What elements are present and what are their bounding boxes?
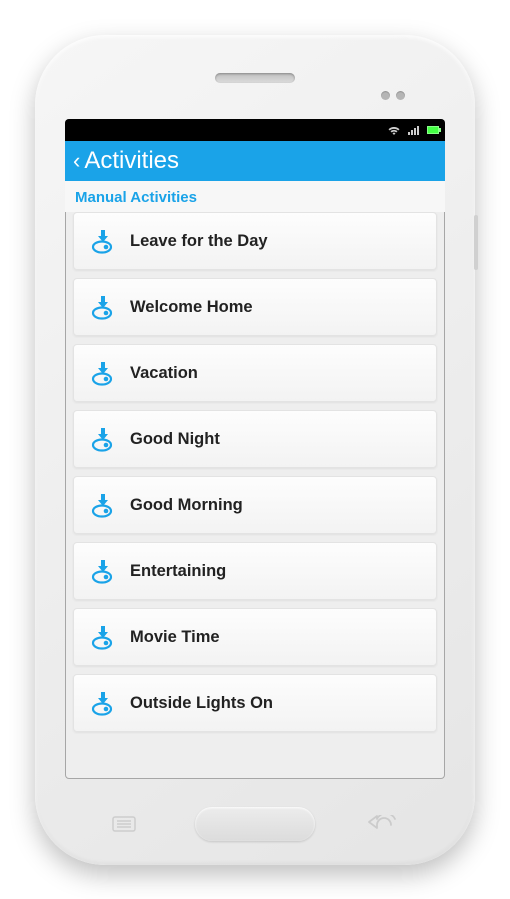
activity-label: Good Morning [130,496,243,515]
activity-item[interactable]: Outside Lights On [73,674,437,732]
menu-softkey-icon[interactable] [111,815,137,833]
activity-toggle-icon [84,623,122,651]
activity-label: Good Night [130,430,220,449]
back-softkey-icon[interactable] [367,815,399,833]
activity-label: Outside Lights On [130,694,273,713]
activity-label: Vacation [130,364,198,383]
activity-item[interactable]: Entertaining [73,542,437,600]
activity-item[interactable]: Welcome Home [73,278,437,336]
screen: ‹ Activities Manual Activities Leave for… [65,119,445,779]
home-button[interactable] [195,807,315,841]
wifi-icon [387,124,401,136]
page-title: Activities [84,147,179,175]
activity-toggle-icon [84,557,122,585]
activity-toggle-icon [84,689,122,717]
battery-icon [427,126,439,134]
sensor-dots [381,91,405,100]
title-bar[interactable]: ‹ Activities [65,141,445,181]
activity-label: Welcome Home [130,298,253,317]
section-header: Manual Activities [65,181,445,212]
status-bar [65,119,445,141]
activity-toggle-icon [84,293,122,321]
activity-list[interactable]: Leave for the Day Welcome Home Vacation Goo… [65,212,445,779]
signal-icon [407,124,421,136]
activity-label: Movie Time [130,628,220,647]
activity-label: Entertaining [130,562,226,581]
activity-item[interactable]: Vacation [73,344,437,402]
power-button [474,215,478,270]
activity-item[interactable]: Movie Time [73,608,437,666]
activity-toggle-icon [84,491,122,519]
activity-label: Leave for the Day [130,232,268,251]
back-chevron-icon[interactable]: ‹ [73,148,80,174]
activity-toggle-icon [84,227,122,255]
activity-item[interactable]: Leave for the Day [73,212,437,270]
phone-frame: ‹ Activities Manual Activities Leave for… [35,35,475,865]
earpiece [215,73,295,83]
activity-item[interactable]: Good Morning [73,476,437,534]
activity-toggle-icon [84,359,122,387]
activity-toggle-icon [84,425,122,453]
activity-item[interactable]: Good Night [73,410,437,468]
